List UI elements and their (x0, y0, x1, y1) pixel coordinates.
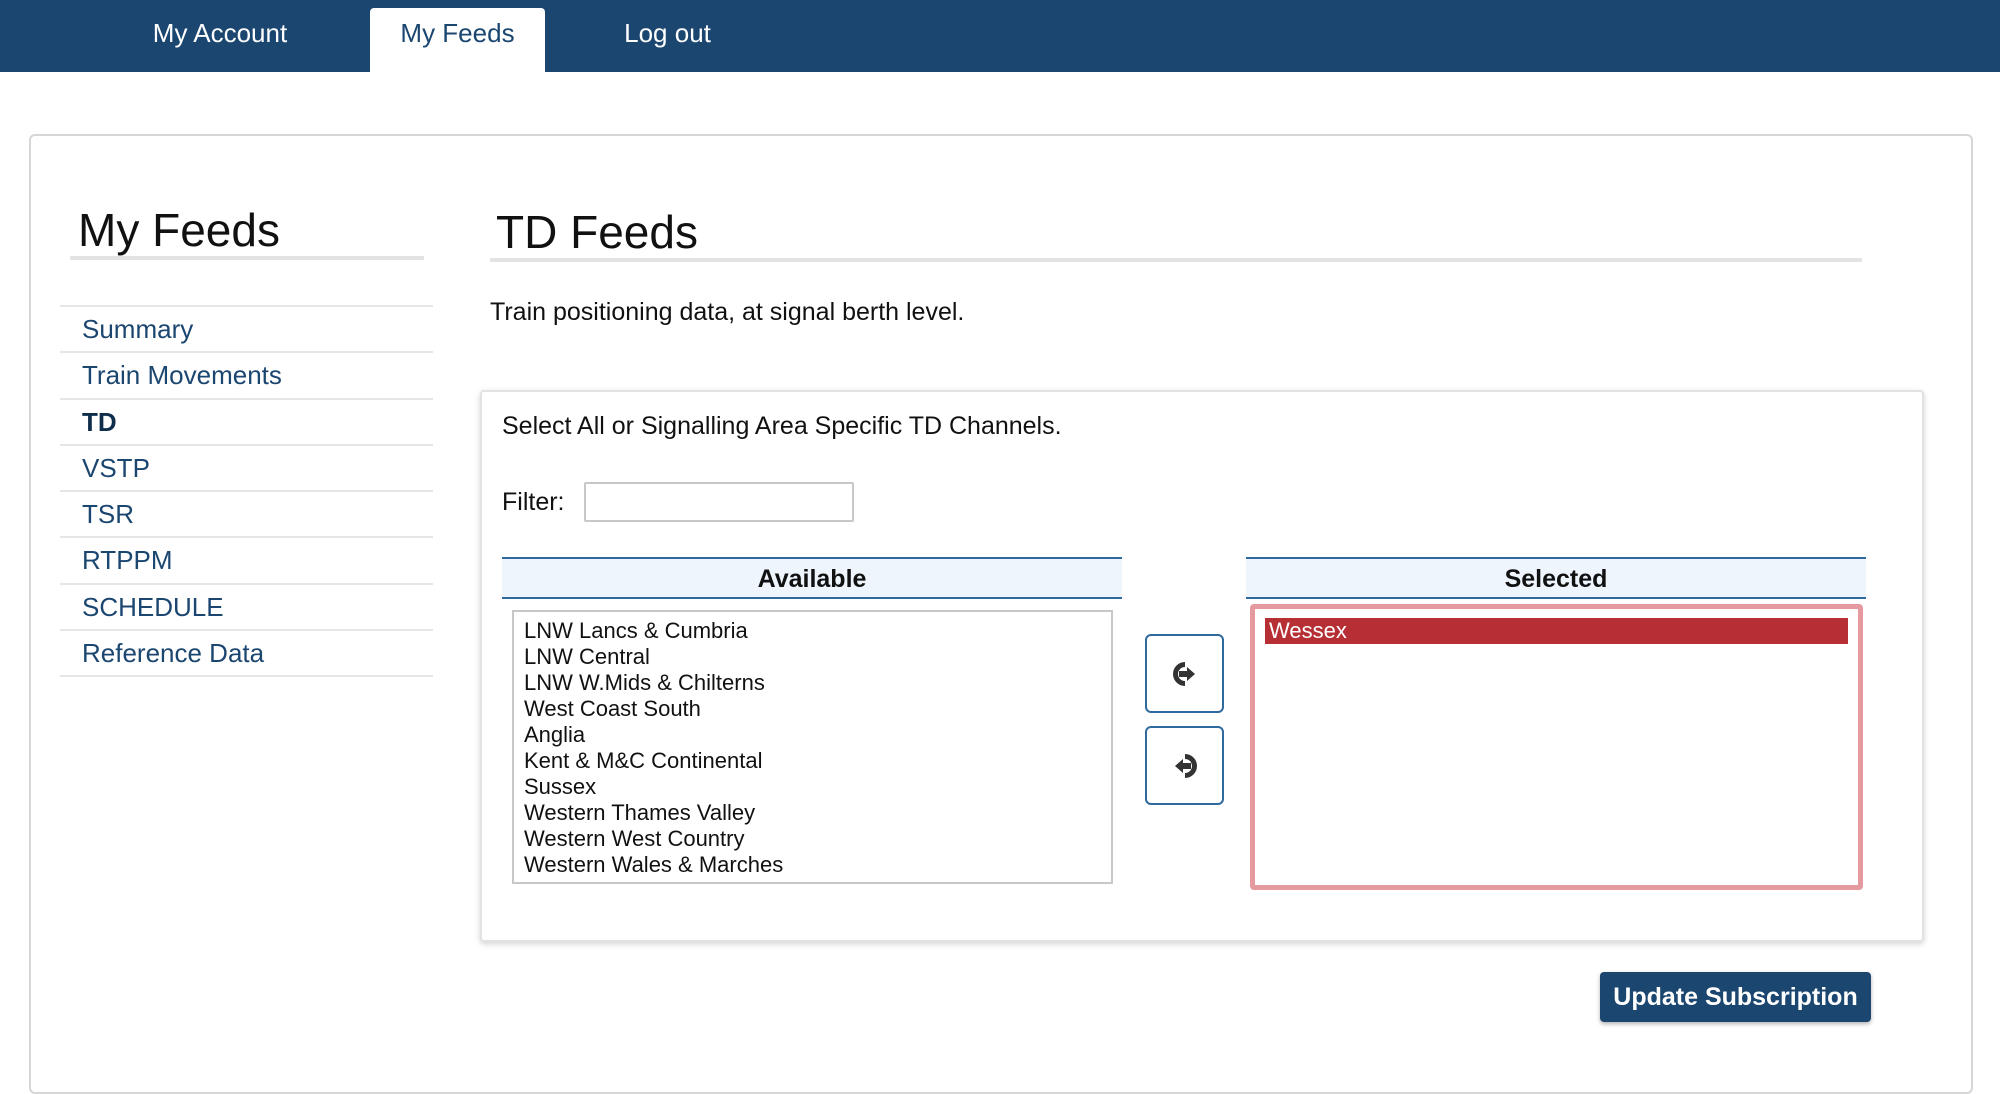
list-item[interactable]: Kent & M&C Continental (524, 748, 1101, 774)
list-item[interactable]: LNW W.Mids & Chilterns (524, 670, 1101, 696)
sidebar-item-schedule[interactable]: SCHEDULE (60, 585, 433, 632)
arrow-left-icon (1174, 753, 1197, 778)
tab-my-feeds[interactable]: My Feeds (370, 8, 545, 72)
sidebar-menu: Summary Train Movements TD VSTP TSR RTPP… (60, 305, 433, 678)
tab-my-account[interactable]: My Account (130, 8, 310, 72)
selected-list[interactable]: Wessex (1250, 604, 1863, 890)
sidebar-item-train-movements[interactable]: Train Movements (60, 353, 433, 400)
list-item[interactable]: LNW Lancs & Cumbria (524, 618, 1101, 644)
top-nav-bar: My Account My Feeds Log out (0, 0, 2000, 72)
sidebar-item-td[interactable]: TD (60, 400, 433, 446)
list-item[interactable]: Anglia (524, 722, 1101, 748)
remove-from-selected-button[interactable] (1145, 726, 1224, 805)
tab-log-out[interactable]: Log out (600, 8, 735, 72)
arrow-right-icon (1172, 661, 1195, 686)
sidebar-item-rtppm[interactable]: RTPPM (60, 538, 433, 585)
available-header: Available (502, 557, 1122, 599)
update-subscription-button[interactable]: Update Subscription (1600, 972, 1871, 1022)
list-item[interactable]: Western Thames Valley (524, 800, 1101, 826)
list-item[interactable]: Western Wales & Marches (524, 852, 1101, 878)
list-item[interactable]: Wessex (1265, 618, 1848, 644)
add-to-selected-button[interactable] (1145, 634, 1224, 713)
page-title: TD Feeds (496, 206, 698, 258)
list-item[interactable]: West Coast South (524, 696, 1101, 722)
filter-label: Filter: (502, 488, 565, 516)
sidebar-item-tsr[interactable]: TSR (60, 492, 433, 539)
sidebar-title: My Feeds (78, 204, 280, 256)
available-list[interactable]: LNW Lancs & Cumbria LNW Central LNW W.Mi… (512, 610, 1113, 884)
list-item[interactable]: Western West Country (524, 826, 1101, 852)
list-item[interactable]: LNW Central (524, 644, 1101, 670)
sidebar-item-vstp[interactable]: VSTP (60, 446, 433, 493)
sidebar-item-reference-data[interactable]: Reference Data (60, 631, 433, 678)
selector-instructions: Select All or Signalling Area Specific T… (502, 412, 1062, 440)
page-title-divider (490, 258, 1862, 262)
sidebar-item-summary[interactable]: Summary (60, 307, 433, 354)
selected-header: Selected (1246, 557, 1866, 599)
sidebar-title-divider (70, 256, 424, 260)
page-description: Train positioning data, at signal berth … (490, 298, 965, 326)
filter-input[interactable] (584, 482, 854, 522)
list-item[interactable]: Sussex (524, 774, 1101, 800)
